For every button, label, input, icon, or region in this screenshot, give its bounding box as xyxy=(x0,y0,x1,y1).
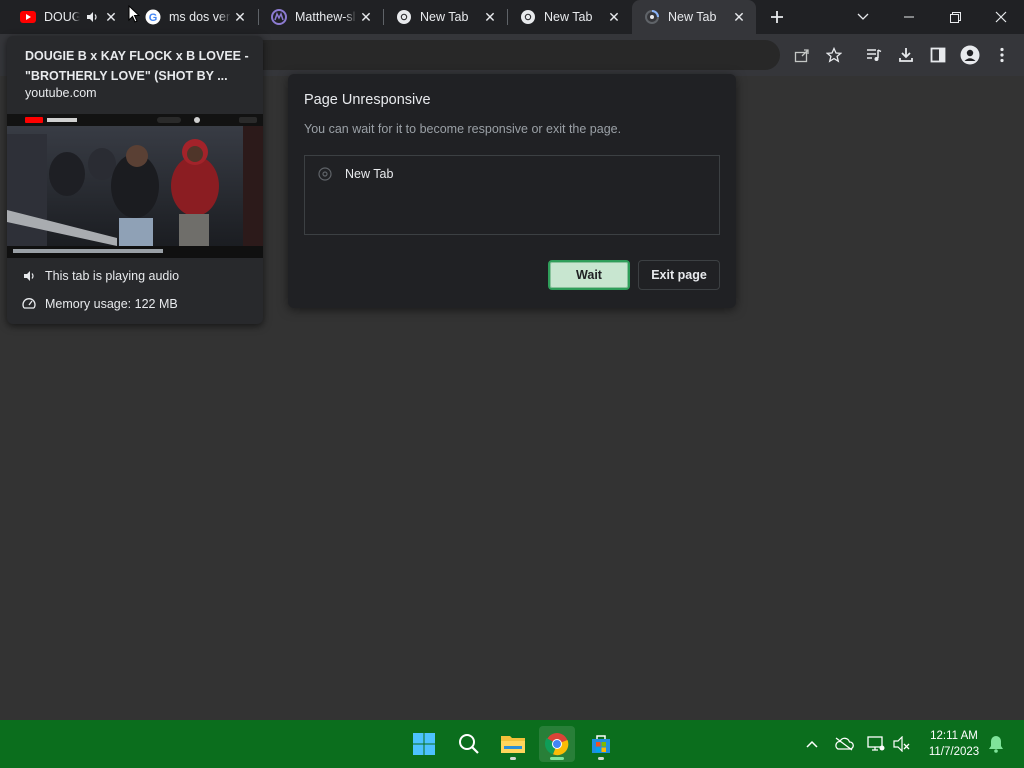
chrome-icon xyxy=(520,9,536,25)
star-icon xyxy=(826,47,842,63)
audio-status-row: This tab is playing audio xyxy=(21,268,179,284)
menu-button[interactable] xyxy=(988,41,1016,69)
audio-status-text: This tab is playing audio xyxy=(45,269,180,283)
close-icon xyxy=(995,11,1007,23)
running-indicator xyxy=(598,757,604,760)
notifications-button[interactable] xyxy=(986,734,1006,754)
tab-matthew[interactable]: Matthew-sl ✕ xyxy=(259,0,383,34)
start-button[interactable] xyxy=(406,726,442,762)
memory-usage-row: Memory usage: 122 MB xyxy=(21,296,178,312)
music-queue-icon xyxy=(867,49,882,61)
windows-start-icon xyxy=(413,733,435,755)
list-item: New Tab xyxy=(317,166,393,182)
volume-button[interactable] xyxy=(892,734,912,754)
speaker-icon[interactable] xyxy=(86,9,98,25)
close-icon[interactable]: ✕ xyxy=(481,8,499,26)
tab-google-search[interactable]: G ms dos ver ✕ xyxy=(133,0,257,34)
restore-icon xyxy=(949,11,961,23)
hover-card-title: DOUGIE B x KAY FLOCK x B LOVEE - "BROTHE… xyxy=(25,49,249,83)
side-panel-button[interactable] xyxy=(924,41,952,69)
clock-time: 12:11 AM xyxy=(930,730,978,742)
loading-chrome-icon xyxy=(644,9,660,25)
tab-title: New Tab xyxy=(668,10,717,24)
profile-button[interactable] xyxy=(956,41,984,69)
taskbar-chrome[interactable] xyxy=(539,726,575,762)
tab-strip: DOUGIE B x KAY FLOCK x B LOVEE ✕ G ms do… xyxy=(0,0,1024,34)
tab-title: Matthew-sl xyxy=(295,10,356,24)
dialog-message: You can wait for it to become responsive… xyxy=(304,122,622,136)
close-icon[interactable]: ✕ xyxy=(357,8,375,26)
minimize-button[interactable] xyxy=(886,0,932,34)
youtube-icon xyxy=(20,9,36,25)
wait-button[interactable]: Wait xyxy=(548,260,630,290)
plus-icon xyxy=(771,11,783,23)
taskbar-search-button[interactable] xyxy=(451,726,487,762)
restore-button[interactable] xyxy=(932,0,978,34)
chrome-icon xyxy=(396,9,412,25)
taskbar-file-explorer[interactable] xyxy=(495,726,531,762)
windows-taskbar: 12:11 AM 11/7/2023 xyxy=(0,720,1024,768)
network-button[interactable] xyxy=(866,734,886,754)
show-hidden-icons-button[interactable] xyxy=(802,734,822,754)
svg-text:G: G xyxy=(149,12,158,24)
bookmark-button[interactable] xyxy=(820,41,848,69)
chevron-up-icon xyxy=(806,740,818,748)
store-icon xyxy=(592,735,610,753)
hover-card-domain: youtube.com xyxy=(25,86,97,100)
tab-title: New Tab xyxy=(544,10,593,24)
share-icon xyxy=(794,49,809,63)
cloud-offline-icon xyxy=(835,737,854,751)
dialog-title: Page Unresponsive xyxy=(304,92,431,108)
close-icon[interactable]: ✕ xyxy=(102,8,120,26)
system-clock[interactable]: 12:11 AM 11/7/2023 xyxy=(918,728,990,760)
tab-title: New Tab xyxy=(420,10,469,24)
tab-search-button[interactable] xyxy=(850,5,876,29)
app-icon xyxy=(271,9,287,25)
download-icon xyxy=(899,48,913,62)
bell-icon xyxy=(989,736,1003,753)
tab-title: DOUGIE B x KAY FLOCK x B LOVEE xyxy=(44,10,80,24)
running-indicator xyxy=(510,757,516,760)
new-tab-button[interactable] xyxy=(764,5,790,29)
video-thumbnail xyxy=(7,114,263,258)
list-item-label: New Tab xyxy=(345,167,394,181)
more-vertical-icon xyxy=(1000,47,1004,63)
globe-icon xyxy=(317,166,333,182)
tab-new-tab-1[interactable]: New Tab ✕ xyxy=(384,0,507,34)
speaker-icon xyxy=(21,268,37,284)
clock-date: 11/7/2023 xyxy=(928,746,980,758)
tab-new-tab-active[interactable]: New Tab ✕ xyxy=(632,0,756,34)
close-icon[interactable]: ✕ xyxy=(605,8,623,26)
speedometer-icon xyxy=(21,296,37,312)
network-icon xyxy=(867,736,885,751)
tab-youtube[interactable]: DOUGIE B x KAY FLOCK x B LOVEE ✕ xyxy=(8,0,128,34)
file-explorer-icon xyxy=(501,736,525,753)
onedrive-button[interactable] xyxy=(834,734,854,754)
memory-usage-text: Memory usage: 122 MB xyxy=(45,297,178,311)
active-indicator xyxy=(550,757,564,760)
side-panel-icon xyxy=(930,47,946,63)
exit-page-button[interactable]: Exit page xyxy=(638,260,720,290)
unresponsive-pages-list: New Tab xyxy=(304,155,720,235)
downloads-button[interactable] xyxy=(892,41,920,69)
google-icon: G xyxy=(145,9,161,25)
chevron-down-icon xyxy=(857,13,869,20)
taskbar-store[interactable] xyxy=(583,726,619,762)
tab-hover-card: DOUGIE B x KAY FLOCK x B LOVEE - "BROTHE… xyxy=(7,36,263,324)
minimize-icon xyxy=(904,16,914,18)
tab-new-tab-2[interactable]: New Tab ✕ xyxy=(508,0,631,34)
page-unresponsive-dialog: Page Unresponsive You can wait for it to… xyxy=(288,74,736,308)
media-control-button[interactable] xyxy=(860,41,888,69)
close-icon[interactable]: ✕ xyxy=(231,8,249,26)
tab-title: ms dos ver xyxy=(169,10,231,24)
volume-muted-icon xyxy=(893,736,910,752)
close-window-button[interactable] xyxy=(978,0,1024,34)
avatar-icon xyxy=(960,45,980,65)
close-icon[interactable]: ✕ xyxy=(730,8,748,26)
search-icon xyxy=(459,734,479,754)
chrome-icon xyxy=(545,733,569,756)
share-button[interactable] xyxy=(788,41,816,69)
